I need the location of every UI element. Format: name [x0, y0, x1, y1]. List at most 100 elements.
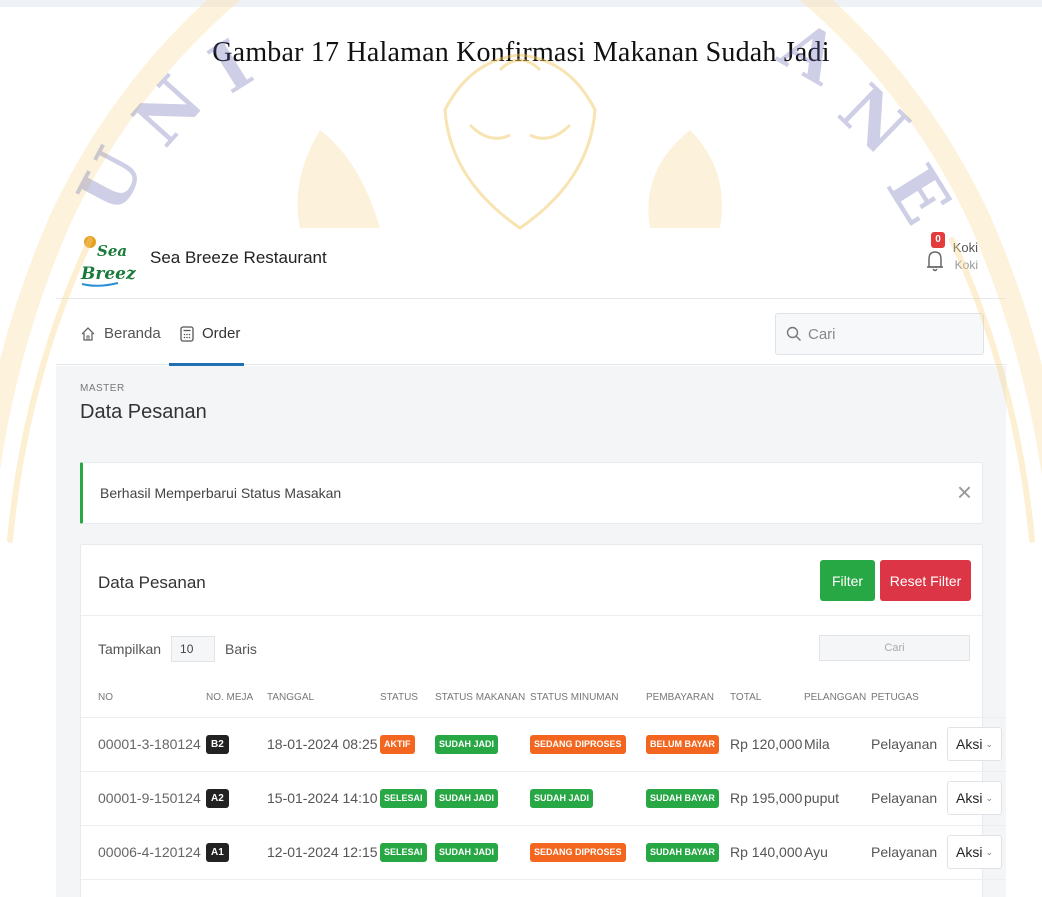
svg-text:Sea: Sea — [97, 242, 127, 260]
food-status-cell: SUDAH JADI — [435, 771, 530, 826]
card-title: Data Pesanan — [98, 573, 206, 592]
table-number-cell: A2 — [206, 771, 267, 826]
bell-icon[interactable] — [922, 244, 948, 274]
order-total: Rp 140,000 — [730, 825, 804, 880]
column-header[interactable]: PETUGAS — [871, 679, 947, 718]
column-header[interactable]: NO. MEJA — [206, 679, 267, 718]
customer-name: Ayu — [804, 825, 871, 880]
column-header[interactable]: TOTAL — [730, 679, 804, 718]
app-window: Sea Breeze Sea Breeze Restaurant 0 Koki … — [56, 228, 1006, 897]
order-date: 12-01-2024 12:15 — [267, 825, 380, 880]
actions-cell: Aksi ⌄ — [947, 717, 1006, 772]
success-alert: Berhasil Memperbarui Status Masakan × — [80, 462, 983, 524]
reset-filter-button[interactable]: Reset Filter — [880, 560, 971, 601]
food-status-badge: SUDAH JADI — [435, 843, 499, 862]
actions-dropdown-button[interactable]: Aksi ⌄ — [947, 835, 1002, 869]
rows-suffix: Baris — [225, 641, 257, 657]
card-divider — [81, 615, 984, 616]
drink-status-cell: SUDAH JADI — [530, 771, 646, 826]
table-search-input[interactable]: Cari — [819, 635, 970, 661]
drink-status-badge: SEDANG DIPROSES — [530, 843, 626, 862]
order-number: 00001-3-180124 — [81, 717, 206, 772]
calculator-icon — [180, 325, 194, 342]
orders-card: Data Pesanan Filter Reset Filter Tampilk… — [80, 544, 1006, 897]
rows-per-page-input[interactable]: 10 — [171, 636, 216, 662]
column-header[interactable]: TANGGAL — [267, 679, 380, 718]
notification-badge: 0 — [931, 232, 945, 248]
table-header-row: NO NO. MEJA TANGGAL STATUS STATUS MAKANA… — [81, 679, 1006, 718]
nav-item-beranda[interactable]: Beranda — [80, 325, 161, 342]
status-badge: SELESAI — [380, 843, 427, 862]
global-search-input[interactable]: Cari — [775, 313, 984, 355]
payment-cell: BELUM BAYAR — [646, 717, 730, 772]
top-bar: Sea Breeze Sea Breeze Restaurant 0 Koki … — [56, 228, 1006, 299]
user-name[interactable]: Koki — [953, 240, 978, 255]
column-header[interactable]: STATUS MAKANAN — [435, 679, 530, 718]
column-header[interactable]: STATUS — [380, 679, 435, 718]
nav-item-label: Order — [202, 325, 241, 342]
close-icon[interactable]: × — [957, 477, 972, 507]
customer-name: Mila — [804, 717, 871, 772]
drink-status-cell: SEDANG DIPROSES — [530, 825, 646, 880]
payment-status-badge: SUDAH BAYAR — [646, 843, 719, 862]
column-header[interactable]: PELANGGAN — [804, 679, 871, 718]
food-status-badge: SUDAH JADI — [435, 735, 499, 754]
filter-button[interactable]: Filter — [820, 560, 875, 601]
table-number-badge: B2 — [206, 735, 229, 754]
actions-label: Aksi — [956, 736, 983, 752]
drink-status-cell: SEDANG DIPROSES — [530, 717, 646, 772]
food-status-badge: SUDAH JADI — [435, 789, 499, 808]
actions-dropdown-button[interactable]: Aksi ⌄ — [947, 781, 1002, 815]
rows-per-page: Tampilkan 10 Baris — [98, 636, 257, 662]
chevron-down-icon: ⌄ — [985, 846, 993, 857]
chevron-down-icon: ⌄ — [985, 738, 993, 749]
table-number-cell: A1 — [206, 825, 267, 880]
order-date: 15-01-2024 14:10 — [267, 771, 380, 826]
actions-label: Aksi — [956, 844, 983, 860]
column-header[interactable]: NO — [81, 679, 206, 718]
column-header[interactable]: STATUS MINUMAN — [530, 679, 646, 718]
table-number-badge: A1 — [206, 843, 229, 862]
status-cell: SELESAI — [380, 825, 435, 880]
alert-message: Berhasil Memperbarui Status Masakan — [100, 485, 342, 501]
svg-text:Breeze: Breeze — [80, 264, 136, 284]
order-number: 00006-4-120124 — [81, 825, 206, 880]
page-margin-left — [0, 228, 56, 897]
staff-name: Pelayanan — [871, 825, 947, 880]
customer-name: puput — [804, 771, 871, 826]
restaurant-logo: Sea Breeze — [80, 236, 136, 287]
order-total: Rp 195,000 — [730, 771, 804, 826]
table-number-badge: A2 — [206, 789, 229, 808]
breadcrumb: MASTER — [80, 383, 125, 394]
home-icon — [81, 326, 95, 341]
column-header-actions — [947, 679, 1006, 718]
nav-item-order[interactable]: Order — [180, 325, 240, 342]
payment-cell: SUDAH BAYAR — [646, 771, 730, 826]
table-row[interactable]: 00001-3-180124 B2 18-01-2024 08:25 AKTIF SUD… — [81, 717, 1006, 772]
actions-dropdown-button[interactable]: Aksi ⌄ — [947, 727, 1002, 761]
food-status-cell: SUDAH JADI — [435, 825, 530, 880]
status-badge: SELESAI — [380, 789, 427, 808]
main-content: MASTER Data Pesanan Berhasil Memperbarui… — [56, 366, 1006, 897]
figure-caption: Gambar 17 Halaman Konfirmasi Makanan Sud… — [212, 37, 830, 68]
column-header[interactable]: PEMBAYARAN — [646, 679, 730, 718]
table-number-cell: B2 — [206, 717, 267, 772]
document-area: Gambar 17 Halaman Konfirmasi Makanan Sud… — [0, 0, 1042, 228]
status-cell: SELESAI — [380, 771, 435, 826]
table-row[interactable]: 00006-4-120124 A1 12-01-2024 12:15 SELESAI S… — [81, 825, 1006, 880]
search-icon — [786, 326, 801, 341]
order-total: Rp 120,000 — [730, 717, 804, 772]
status-badge: AKTIF — [380, 735, 415, 754]
page-margin-right — [1006, 228, 1042, 897]
brand-name: Sea Breeze Restaurant — [150, 248, 327, 267]
staff-name: Pelayanan — [871, 771, 947, 826]
staff-name: Pelayanan — [871, 717, 947, 772]
chevron-down-icon: ⌄ — [985, 792, 993, 803]
nav-bar: Beranda Order Cari — [56, 299, 1006, 365]
page-title: Data Pesanan — [80, 401, 207, 423]
table-row[interactable]: 00001-9-150124 A2 15-01-2024 14:10 SELESAI S… — [81, 771, 1006, 826]
actions-cell: Aksi ⌄ — [947, 771, 1006, 826]
actions-label: Aksi — [956, 790, 983, 806]
document-top-border — [0, 0, 1042, 7]
user-role: Koki — [954, 258, 978, 272]
